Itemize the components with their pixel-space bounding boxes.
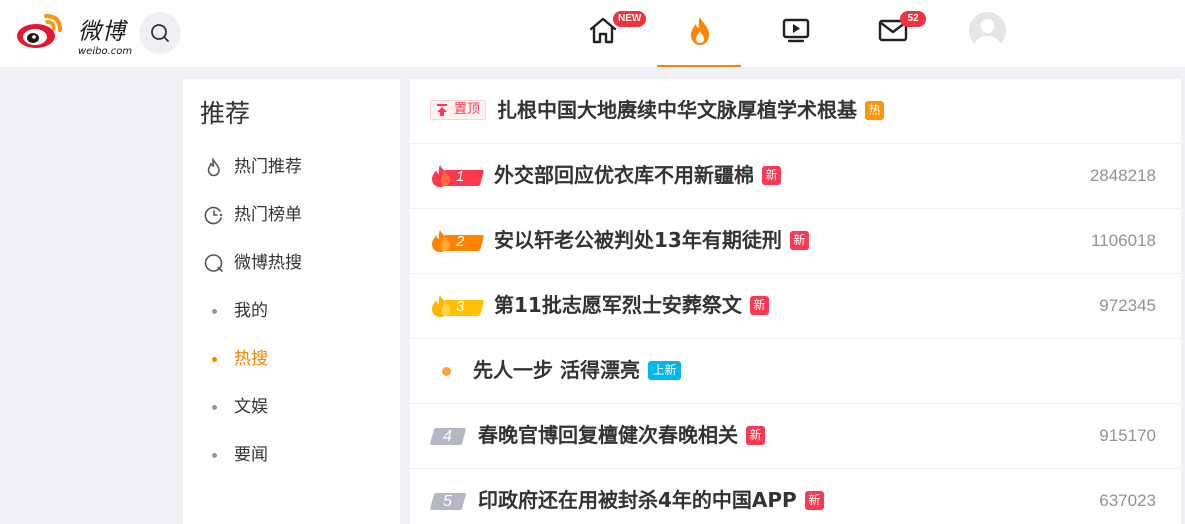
- rank-number: 2: [456, 233, 465, 250]
- rank-badge: 3: [430, 294, 485, 318]
- heat-count: 2848218: [1089, 166, 1156, 185]
- sidebar-item-label: 我的: [234, 301, 268, 321]
- bullet-dot: [212, 453, 217, 458]
- sidebar-item-label: 热搜: [234, 349, 268, 369]
- rank-badge: 4: [429, 426, 467, 446]
- search-circle-icon: [204, 254, 223, 272]
- rank-badge: 2: [430, 229, 485, 253]
- topic-title[interactable]: 安以轩老公被判处13年有期徒刑新: [494, 226, 809, 254]
- topic-title[interactable]: 春晚官博回复檀健次春晚相关新: [478, 421, 765, 449]
- heat-count: 915170: [1099, 426, 1156, 445]
- weibo-logo[interactable]: 微博 weibo.com: [16, 10, 132, 57]
- heat-count: 1106018: [1091, 231, 1156, 250]
- bullet-dot: [212, 357, 217, 362]
- logo-text: 微博: [78, 19, 126, 45]
- message-count-badge: 52: [900, 11, 926, 27]
- sidebar-item-news[interactable]: 要闻: [200, 442, 390, 468]
- video-play-icon: [782, 18, 810, 43]
- topic-title-text[interactable]: 安以轩老公被判处13年有期徒刑: [494, 228, 782, 252]
- search-icon: [151, 24, 169, 42]
- heat-count: 972345: [1099, 296, 1156, 315]
- topic-title-text[interactable]: 第11批志愿军烈士安葬祭文: [494, 293, 742, 317]
- hot-search-list: 置顶 扎根中国大地赓续中华文脉厚植学术根基热 1 外交部回应优衣库不用新疆棉新 …: [410, 79, 1181, 524]
- new-tag: 新: [746, 426, 765, 445]
- sidebar-item-label: 要闻: [234, 445, 268, 465]
- rank-badge: 1: [430, 164, 485, 188]
- pin-label: 置顶: [454, 102, 481, 117]
- nav-hot[interactable]: [657, 0, 741, 67]
- sidebar-item-hot-ranking[interactable]: 热门榜单: [200, 202, 390, 228]
- sidebar-item-label: 热门推荐: [234, 157, 302, 177]
- pinned-badge: 置顶: [430, 100, 486, 120]
- bullet-dot: [212, 405, 217, 410]
- weibo-eye-logo-icon: [17, 14, 62, 48]
- sidebar-item-mine[interactable]: 我的: [200, 298, 390, 324]
- new-tag: 新: [749, 296, 769, 315]
- nav-video[interactable]: [753, 0, 837, 67]
- chart-clock-icon: [204, 206, 223, 225]
- rank-flame-icon: [432, 295, 450, 317]
- user-avatar[interactable]: [969, 12, 1006, 49]
- search-button[interactable]: [139, 12, 181, 54]
- rank-number: 1: [456, 168, 465, 185]
- sidebar-item-label: 微博热搜: [234, 253, 302, 273]
- topic-title-text[interactable]: 印政府还在用被封杀4年的中国APP: [478, 488, 797, 512]
- home-new-badge: NEW: [613, 11, 647, 27]
- rank-number: 4: [443, 428, 452, 445]
- avatar-placeholder-icon: [974, 19, 1001, 49]
- heat-count: 637023: [1099, 491, 1156, 510]
- topic-title[interactable]: 第11批志愿军烈士安葬祭文新: [494, 291, 769, 319]
- sidebar-item-hot-search-active[interactable]: 热搜: [200, 346, 390, 372]
- flame-icon: [691, 17, 709, 45]
- sidebar-item-label: 文娱: [234, 397, 268, 417]
- bullet-dot: [212, 309, 217, 314]
- pin-top-icon: [437, 104, 447, 116]
- hot-tag: 热: [865, 101, 884, 120]
- sidebar-item-label: 热门榜单: [234, 205, 302, 225]
- promo-dot: [442, 367, 451, 376]
- rank-flame-icon: [432, 230, 450, 252]
- topic-title-text[interactable]: 外交部回应优衣库不用新疆棉: [494, 163, 754, 187]
- table-row[interactable]: 1 外交部回应优衣库不用新疆棉新 2848218: [410, 144, 1181, 209]
- logo-domain: weibo.com: [78, 46, 133, 57]
- topic-title[interactable]: 扎根中国大地赓续中华文脉厚植学术根基热: [497, 96, 884, 124]
- new-tag: 新: [762, 166, 781, 185]
- new-tag: 新: [804, 491, 824, 510]
- table-row[interactable]: 4 春晚官博回复檀健次春晚相关新 915170: [410, 404, 1181, 469]
- rank-badge: 5: [429, 491, 467, 511]
- promoted-row[interactable]: 先人一步 活得漂亮 上新: [410, 339, 1181, 404]
- table-row[interactable]: 5 印政府还在用被封杀4年的中国APP 新 637023: [410, 469, 1181, 524]
- nav-messages[interactable]: [850, 0, 934, 67]
- topic-title-text[interactable]: 先人一步 活得漂亮: [473, 358, 640, 382]
- rank-number: 3: [456, 298, 465, 315]
- sidebar-item-entertainment[interactable]: 文娱: [200, 394, 390, 420]
- topic-title[interactable]: 印政府还在用被封杀4年的中国APP 新: [478, 486, 824, 514]
- rank-number: 5: [443, 493, 452, 510]
- sidebar-item-hot-search[interactable]: 微博热搜: [200, 250, 390, 276]
- active-tab-indicator: [657, 65, 741, 67]
- table-row[interactable]: 3 第11批志愿军烈士安葬祭文新 972345: [410, 274, 1181, 339]
- left-sidebar: 推荐 热门推荐 热门榜单 微博热搜 我的 热搜 文娱 要闻: [183, 79, 400, 524]
- flame-outline-icon: [207, 158, 220, 177]
- promo-tag: 上新: [647, 361, 681, 380]
- sidebar-item-hot-recommend[interactable]: 热门推荐: [200, 154, 390, 180]
- new-tag: 新: [789, 231, 809, 250]
- rank-flame-icon: [432, 165, 450, 187]
- sidebar-title: 推荐: [200, 99, 251, 128]
- top-header: 微博 weibo.com NEW 52: [0, 0, 1185, 67]
- pinned-row[interactable]: 置顶 扎根中国大地赓续中华文脉厚植学术根基热: [410, 79, 1181, 144]
- topic-title[interactable]: 外交部回应优衣库不用新疆棉新: [494, 161, 781, 189]
- table-row[interactable]: 2 安以轩老公被判处13年有期徒刑新 1106018: [410, 209, 1181, 274]
- topic-title[interactable]: 先人一步 活得漂亮 上新: [473, 356, 681, 384]
- topic-title-text[interactable]: 扎根中国大地赓续中华文脉厚植学术根基: [497, 98, 857, 122]
- topic-title-text[interactable]: 春晚官博回复檀健次春晚相关: [478, 423, 738, 447]
